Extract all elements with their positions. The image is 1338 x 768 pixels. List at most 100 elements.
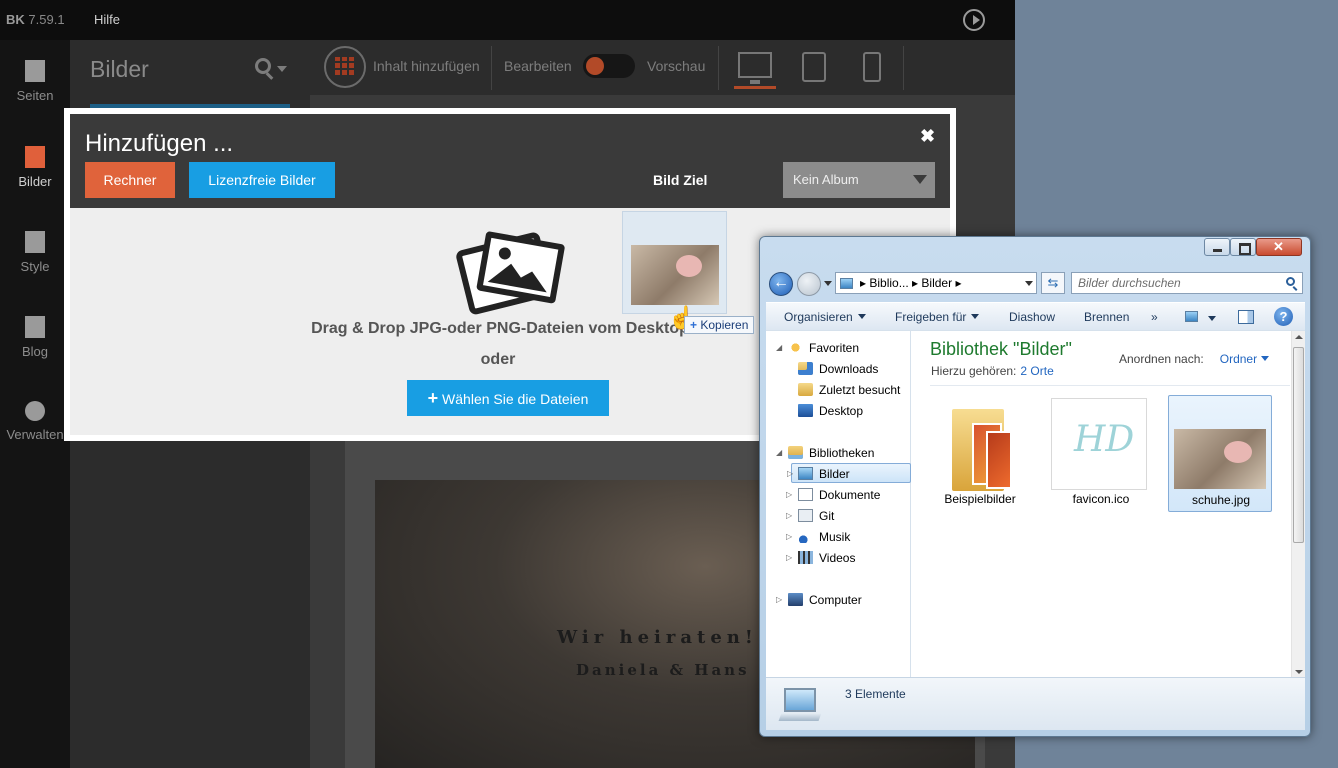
forward-button[interactable] [797, 272, 821, 296]
stock-images-button[interactable]: Lizenzfreie Bilder [189, 162, 335, 198]
scroll-up-icon[interactable] [1295, 335, 1303, 339]
chevron-down-icon [913, 175, 927, 184]
file-name: Beispielbilder [944, 492, 1016, 506]
shoe-photo [631, 245, 719, 305]
editor-toolbar: Inhalt hinzufügen Bearbeiten Vorschau [310, 40, 1015, 95]
divider [903, 46, 904, 90]
tree-item-musik[interactable]: ▷ Musik [786, 527, 850, 547]
help-menu[interactable]: Hilfe [94, 12, 120, 27]
choose-files-button[interactable]: + Wählen Sie die Dateien [407, 380, 609, 416]
page-icon [25, 60, 45, 82]
file-name: schuhe.jpg [1191, 493, 1251, 507]
breadcrumb-item[interactable]: Biblio... [869, 276, 908, 290]
downloads-icon [798, 362, 813, 375]
more-commands-button[interactable]: » [1151, 310, 1158, 324]
history-dropdown[interactable] [824, 281, 832, 286]
images-icon [456, 231, 565, 315]
scroll-down-icon[interactable] [1295, 670, 1303, 674]
tablet-view-icon[interactable] [802, 52, 826, 82]
nav-item-bilder[interactable]: Bilder [0, 146, 70, 189]
add-content-button[interactable] [324, 46, 366, 88]
tree-item-videos[interactable]: ▷ Videos [786, 548, 855, 568]
file-list: Bibliothek "Bilder" Hierzu gehören: 2 Ort… [912, 331, 1305, 678]
explorer-body: ◢ Favoriten Downloads Zuletzt besucht Des… [766, 330, 1305, 678]
image-icon [25, 146, 45, 168]
organize-menu[interactable]: Organisieren [784, 310, 866, 324]
tree-item-favorites[interactable]: ◢ Favoriten [776, 338, 859, 358]
image-destination-label: Bild Ziel [653, 172, 708, 188]
file-item-schuhe[interactable]: schuhe.jpg [1168, 395, 1272, 512]
folder-icon [952, 399, 1012, 491]
album-select-value: Kein Album [793, 172, 859, 187]
share-menu[interactable]: Freigeben für [895, 310, 980, 324]
album-select[interactable]: Kein Album [783, 162, 935, 198]
canvas-subheading: Daniela & Hans [576, 661, 750, 679]
tree-item-bilder[interactable]: ▷ Bilder [787, 463, 911, 483]
libraries-icon [788, 446, 803, 459]
documents-icon [798, 488, 813, 501]
top-bar: BK 7.59.1 Hilfe [0, 0, 1015, 40]
favicon-thumbnail: HD [1051, 398, 1147, 490]
search-box[interactable] [1071, 272, 1303, 294]
tree-item-recent[interactable]: Zuletzt besucht [798, 380, 900, 400]
arrange-by-dropdown[interactable]: Ordner [1212, 352, 1270, 366]
tree-item-git[interactable]: ▷ Git [786, 506, 834, 526]
tree-item-computer[interactable]: ▷ Computer [776, 590, 862, 610]
active-view-indicator [734, 86, 776, 89]
maximize-button[interactable] [1230, 238, 1256, 256]
file-item-beispielbilder[interactable]: Beispielbilder [928, 395, 1032, 512]
dialog-header: Hinzufügen ... ✖ Rechner Lizenzfreie Bil… [70, 114, 950, 208]
edit-preview-toggle[interactable] [583, 54, 635, 78]
vertical-scrollbar[interactable] [1291, 331, 1305, 678]
add-content-label[interactable]: Inhalt hinzufügen [373, 58, 480, 74]
tree-item-desktop[interactable]: Desktop [798, 401, 863, 421]
nav-item-blog[interactable]: Blog [0, 316, 70, 359]
scroll-thumb[interactable] [1293, 347, 1304, 543]
search-icon[interactable] [1286, 277, 1295, 286]
item-count: 3 Elemente [845, 687, 906, 701]
nav-label: Bilder [18, 174, 52, 189]
tree-item-downloads[interactable]: Downloads [798, 359, 878, 379]
logout-icon[interactable] [963, 9, 985, 31]
recent-places-icon [798, 383, 813, 396]
status-bar: 3 Elemente [766, 677, 1305, 730]
command-bar: Organisieren Freigeben für Diashow Brenn… [766, 302, 1305, 330]
edit-icon [25, 316, 45, 338]
desktop-icon [798, 404, 813, 417]
file-item-favicon[interactable]: HD favicon.ico [1049, 395, 1153, 512]
nav-item-verwalten[interactable]: Verwalten [0, 401, 70, 442]
view-dropdown[interactable] [1208, 316, 1216, 321]
slideshow-button[interactable]: Diashow [1009, 310, 1055, 324]
close-window-button[interactable] [1256, 238, 1302, 256]
preview-pane-icon[interactable] [1238, 310, 1254, 324]
desktop-view-icon[interactable] [738, 52, 772, 84]
nav-label: Verwalten [6, 427, 64, 442]
address-dropdown[interactable] [1025, 281, 1033, 286]
minimize-button[interactable] [1204, 238, 1230, 256]
back-button[interactable] [769, 272, 793, 296]
locations-link[interactable]: 2 Orte [1020, 364, 1053, 378]
tree-item-dokumente[interactable]: ▷ Dokumente [786, 485, 880, 505]
nav-label: Blog [21, 344, 49, 359]
gear-icon [25, 401, 45, 421]
view-icon[interactable] [1185, 311, 1198, 322]
file-explorer-window: ▸ Biblio... ▸ Bilder ▸ ⇆ Organisieren Fr… [759, 236, 1311, 737]
breadcrumb: ▸ Biblio... ▸ Bilder ▸ [860, 276, 962, 290]
search-input[interactable] [1078, 275, 1278, 291]
pictures-library-icon [798, 467, 813, 480]
phone-view-icon[interactable] [863, 52, 881, 82]
refresh-button[interactable]: ⇆ [1041, 272, 1065, 294]
divider [718, 46, 719, 90]
burn-button[interactable]: Brennen [1084, 310, 1129, 324]
nav-item-style[interactable]: Style [0, 231, 70, 274]
search-icon[interactable] [255, 58, 289, 80]
nav-item-seiten[interactable]: Seiten [0, 60, 70, 103]
tree-item-libraries[interactable]: ◢ Bibliotheken [776, 443, 874, 463]
breadcrumb-item[interactable]: Bilder [921, 276, 952, 290]
help-icon[interactable]: ? [1274, 307, 1293, 326]
calculator-button[interactable]: Rechner [85, 162, 175, 198]
choose-files-label: Wählen Sie die Dateien [442, 391, 589, 407]
library-title: Bibliothek "Bilder" [930, 339, 1072, 359]
close-icon[interactable]: ✖ [920, 126, 935, 147]
address-bar[interactable]: ▸ Biblio... ▸ Bilder ▸ [835, 272, 1037, 294]
